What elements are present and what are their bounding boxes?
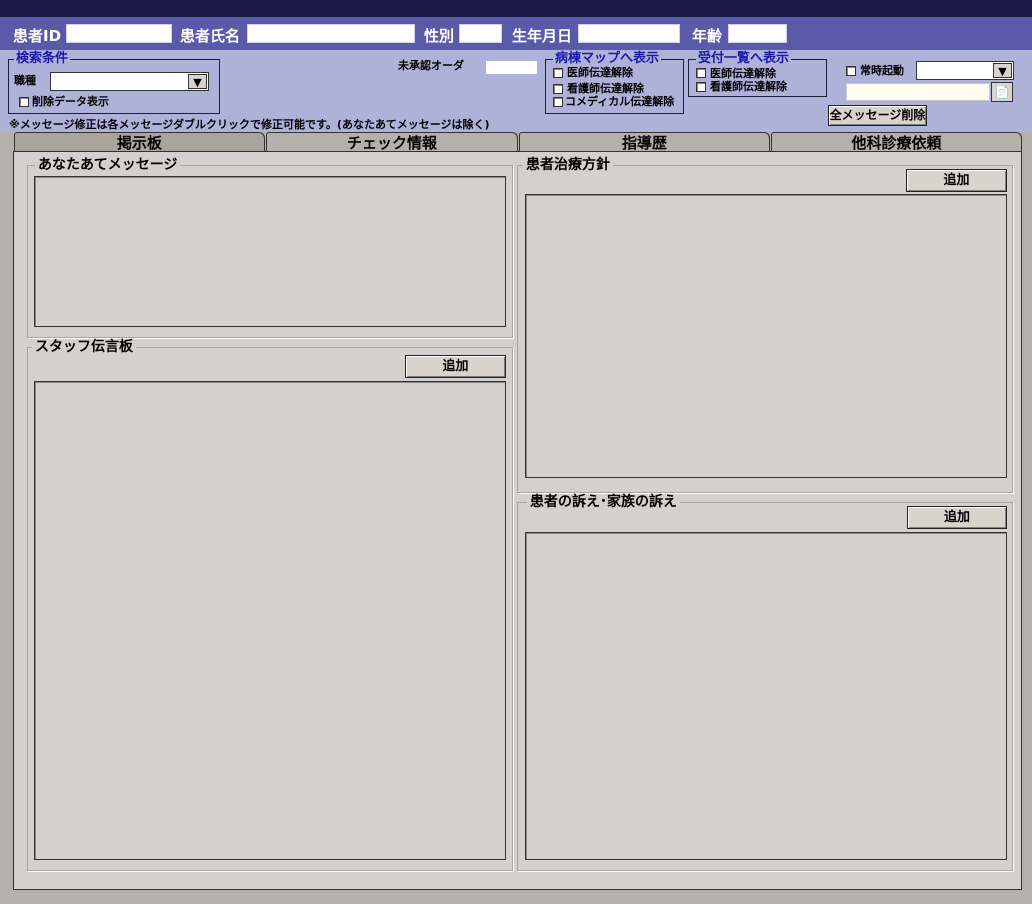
reception-nurse-label: 看護師伝達解除 <box>710 80 787 93</box>
staff-board-message-list[interactable] <box>34 381 506 860</box>
complaints-list[interactable] <box>525 532 1007 860</box>
patient-id-label: 患者ID <box>13 27 62 45</box>
age-field[interactable] <box>728 24 787 43</box>
unapproved-order-label: 未承認オーダ <box>398 59 464 72</box>
note-field[interactable] <box>846 83 990 101</box>
unapproved-order-field[interactable] <box>486 61 537 74</box>
note-picker-button[interactable]: 📄 <box>991 82 1013 102</box>
tab-guidance-history[interactable]: 指導歴 <box>519 132 770 152</box>
staff-board-add-button[interactable]: 追加 <box>405 355 506 378</box>
auto-start-select[interactable]: ▼ <box>916 61 1014 80</box>
ward-map-comedical-checkbox[interactable] <box>553 97 563 107</box>
bulletin-board-panel: あなたあてメッセージ スタッフ伝言板 追加 患者治療方針 追加 患者の訴え･家族… <box>13 151 1022 890</box>
title-bar <box>0 0 1032 17</box>
to-you-title: あなたあてメッセージ <box>35 157 181 173</box>
auto-start-dropdown-button[interactable]: ▼ <box>993 63 1012 78</box>
complaints-add-button[interactable]: 追加 <box>907 506 1007 529</box>
treatment-policy-title: 患者治療方針 <box>523 157 613 173</box>
auto-start-label: 常時起動 <box>860 64 904 77</box>
delete-all-messages-button[interactable]: 全メッセージ削除 <box>828 105 927 126</box>
sex-label: 性別 <box>424 27 455 45</box>
job-type-dropdown-button[interactable]: ▼ <box>188 74 207 89</box>
to-you-message-list[interactable] <box>34 176 506 327</box>
show-deleted-checkbox[interactable] <box>19 97 29 107</box>
age-label: 年齢 <box>692 27 723 45</box>
patient-name-label: 患者氏名 <box>180 27 241 45</box>
show-deleted-label: 削除データ表示 <box>32 95 109 108</box>
document-icon: 📄 <box>994 85 1010 99</box>
treatment-policy-add-button[interactable]: 追加 <box>906 169 1007 192</box>
ward-map-title: 病棟マップへ表示 <box>553 51 662 66</box>
filter-bar: 検索条件 職種 ▼ 削除データ表示 未承認オーダ 病棟マップへ表示 医師伝達解除… <box>0 50 1032 132</box>
dob-label: 生年月日 <box>512 27 573 45</box>
ward-map-comedical-label: コメディカル伝達解除 <box>565 95 675 108</box>
search-conditions-title: 検索条件 <box>14 51 71 66</box>
treatment-policy-list[interactable] <box>525 194 1007 478</box>
reception-nurse-checkbox[interactable] <box>696 82 706 92</box>
ward-map-nurse-label: 看護師伝達解除 <box>567 82 644 95</box>
tab-bulletin-board[interactable]: 掲示板 <box>14 132 265 152</box>
chevron-down-icon: ▼ <box>998 65 1007 78</box>
complaints-title: 患者の訴え･家族の訴え <box>527 494 680 510</box>
tab-check-info[interactable]: チェック情報 <box>266 132 518 152</box>
job-type-label: 職種 <box>14 74 36 87</box>
auto-start-checkbox[interactable] <box>846 66 856 76</box>
ward-map-nurse-checkbox[interactable] <box>553 84 563 94</box>
patient-info-bar: 患者ID 患者氏名 性別 生年月日 年齢 <box>0 17 1032 50</box>
staff-board-title: スタッフ伝言板 <box>32 339 136 355</box>
reception-doctor-checkbox[interactable] <box>696 68 706 78</box>
dob-field[interactable] <box>578 24 680 43</box>
tab-other-dept-request[interactable]: 他科診療依頼 <box>771 132 1022 152</box>
chevron-down-icon: ▼ <box>193 76 202 89</box>
ward-map-doctor-label: 医師伝達解除 <box>567 66 633 79</box>
edit-notice-text: ※メッセージ修正は各メッセージダブルクリックで修正可能です。(あなたあてメッセー… <box>9 118 490 131</box>
reception-list-title: 受付一覧へ表示 <box>696 51 792 66</box>
patient-name-field[interactable] <box>247 24 415 43</box>
ward-map-doctor-checkbox[interactable] <box>553 68 563 78</box>
sex-field[interactable] <box>459 24 502 43</box>
job-type-select[interactable]: ▼ <box>50 72 209 91</box>
patient-id-field[interactable] <box>66 24 172 43</box>
reception-doctor-label: 医師伝達解除 <box>710 67 776 80</box>
